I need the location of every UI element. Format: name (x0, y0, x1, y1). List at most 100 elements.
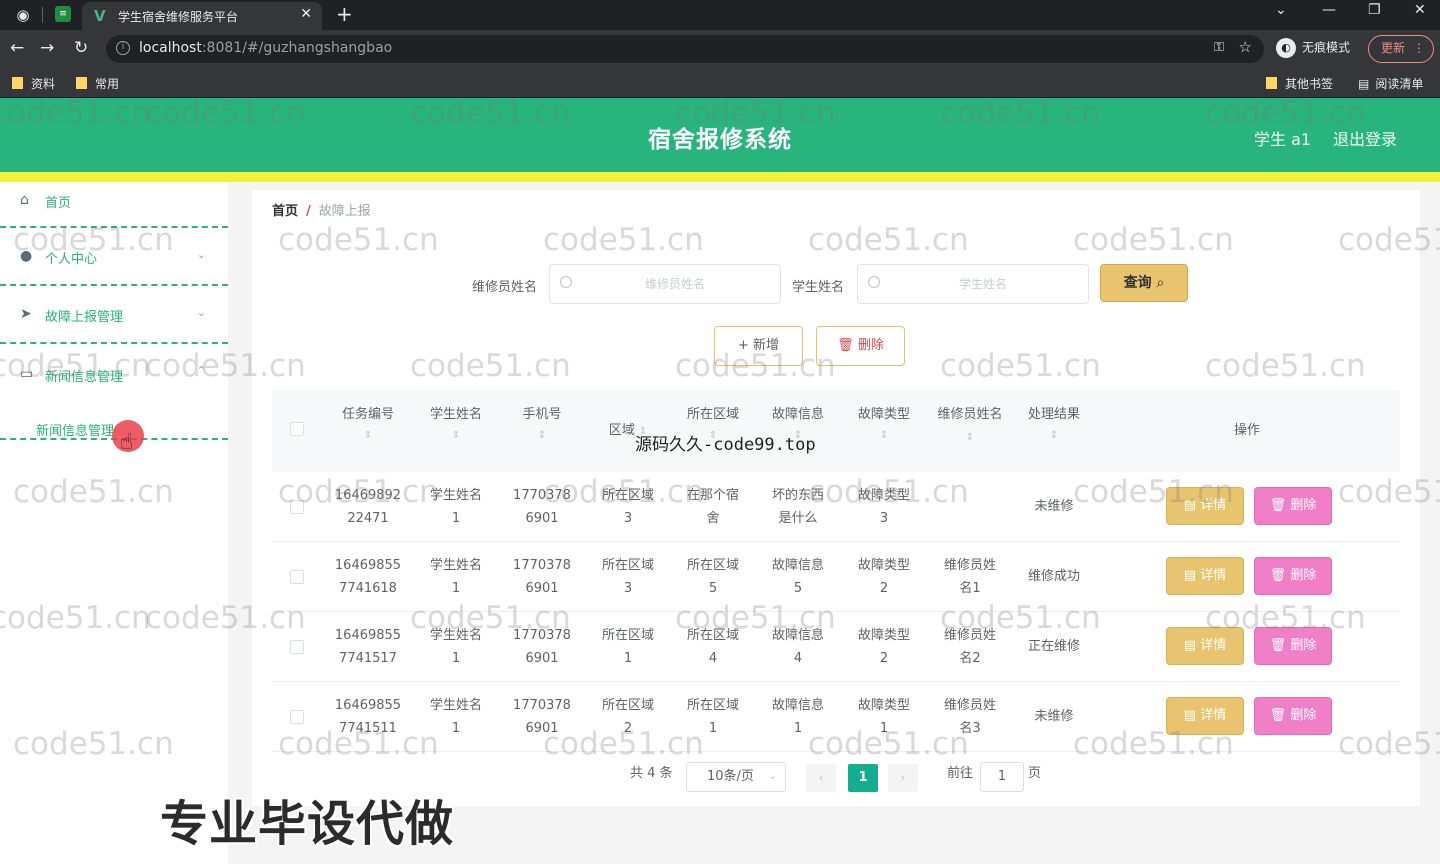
cell-fault-info: 故障信息 4 (771, 628, 824, 666)
row-checkbox[interactable] (290, 570, 304, 584)
tab-search-icon[interactable]: ⌄ (1275, 2, 1287, 18)
repairer-name-input[interactable] (549, 264, 781, 304)
cell-repairer-name: 维修员姓 名3 (943, 698, 996, 736)
site-info-icon[interactable]: i (116, 41, 130, 55)
detail-button[interactable]: ▤ 详情 (1166, 487, 1244, 525)
sort-icon: ⇕ (363, 430, 373, 441)
address-bar: ← → ↻ i localhost:8081/#/guzhangshangbao… (0, 30, 1440, 68)
globe-icon[interactable]: ◉ (14, 6, 32, 24)
cell-repairer-name: 维修员姓 名1 (943, 558, 996, 596)
cell-task-id: 16469892 22471 (334, 488, 402, 526)
query-button[interactable]: 查询 ⌕ (1100, 264, 1188, 302)
row-checkbox[interactable] (290, 640, 304, 654)
document-icon: ▤ (1183, 708, 1197, 723)
tab-title: 学生宿舍维修服务平台 (118, 10, 239, 24)
vue-logo-icon: V (94, 7, 106, 25)
cell-student-name: 学生姓名 1 (429, 558, 482, 596)
th-student-name[interactable]: 学生姓名 ⇕ (416, 390, 496, 472)
select-all-checkbox[interactable] (290, 422, 304, 436)
cell-student-name: 学生姓名 1 (429, 488, 482, 526)
add-button[interactable]: + 新增 (714, 326, 803, 366)
trash-icon: 🗑 (1269, 498, 1287, 513)
update-button[interactable]: 更新 ⋮ (1368, 35, 1434, 63)
incognito-indicator[interactable]: ◐ 无痕模式 (1276, 38, 1350, 58)
promo-overlay: 专业毕设代做 (160, 796, 455, 852)
reload-icon[interactable]: ↻ (74, 38, 88, 58)
cell-area: 所在区域 3 (601, 488, 654, 526)
trash-icon: 🗑 (1269, 708, 1287, 723)
main-content: 首页 / 故障上报 维修员姓名 学生姓名 查询 ⌕ + 新增 🗑 删除 任务编号⇕ … (252, 190, 1420, 806)
send-icon: ➤ (20, 306, 32, 322)
next-page-button[interactable]: › (888, 764, 918, 792)
pinned-tab-icon[interactable]: ≡ (55, 6, 71, 22)
chevron-down-icon: ⌄ (196, 306, 206, 319)
window-close-icon[interactable]: ✕ (1414, 2, 1426, 18)
detail-button[interactable]: ▤ 详情 (1166, 557, 1244, 595)
detail-button[interactable]: ▤ 详情 (1166, 697, 1244, 735)
goto-label: 前往 (947, 766, 974, 781)
cell-location: 所在区域 5 (686, 558, 739, 596)
student-name-field[interactable] (888, 265, 1078, 303)
cell-result: 维修成功 (1027, 569, 1080, 584)
th-fault-type[interactable]: 故障类型 ⇕ (844, 390, 924, 472)
sidebar: ⌂ 首页 ● 个人中心 ⌄ ➤ 故障上报管理 ⌄ ▭ 新闻信息管理 ⌃ 新闻信息… (0, 182, 228, 864)
new-tab-button[interactable]: + (336, 2, 353, 26)
sort-icon: ⇕ (451, 430, 461, 441)
forward-icon[interactable]: → (40, 38, 54, 58)
repairer-name-field[interactable] (580, 265, 770, 303)
th-task-id[interactable]: 任务编号 ⇕ (328, 390, 408, 472)
batch-delete-button[interactable]: 🗑 删除 (816, 326, 905, 366)
minimize-icon[interactable]: — (1322, 2, 1336, 18)
th-phone[interactable]: 手机号 ⇕ (502, 390, 582, 472)
repairer-name-label: 维修员姓名 (472, 280, 538, 295)
row-checkbox[interactable] (290, 500, 304, 514)
tab-separator (42, 7, 43, 23)
breadcrumb-current: 故障上报 (318, 204, 371, 219)
page-size-select[interactable]: 10条/页 ⌄ (686, 762, 786, 792)
detail-button[interactable]: ▤ 详情 (1166, 627, 1244, 665)
table-row: 16469892 22471 学生姓名 1 1770378 6901 所在区域 3 在那个宿舍坏… (272, 472, 1400, 542)
table-header: 任务编号 ⇕ 学生姓名 ⇕ 手机号 ⇕ 区域 ⇕ 所在区域 ⇕ 故障信息 ⇕ 故障类型 ⇕ … (272, 390, 1400, 472)
tab-close-icon[interactable]: ✕ (300, 6, 312, 22)
bookmark-star-icon[interactable]: ☆ (1239, 38, 1252, 56)
breadcrumb-separator: / (306, 204, 311, 219)
logout-link[interactable]: 退出登录 (1333, 126, 1397, 150)
th-repairer-name[interactable]: 维修员姓名 ⇕ (936, 390, 1004, 472)
browser-tab-active[interactable]: V 学生宿舍维修服务平台 ✕ (82, 2, 322, 30)
search-icon (560, 276, 572, 288)
prev-page-button[interactable]: ‹ (806, 764, 836, 792)
password-key-icon[interactable]: ⚿ (1214, 40, 1224, 55)
bookmarks-bar: 资料 常用 其他书签 ▤ 阅读清单 (0, 68, 1440, 98)
restore-icon[interactable]: ❐ (1368, 2, 1381, 18)
th-result[interactable]: 处理结果 ⇕ (1014, 390, 1094, 472)
breadcrumb-home[interactable]: 首页 (272, 204, 298, 219)
goto-page-input[interactable]: 1 (980, 762, 1024, 792)
cell-student-name: 学生姓名 1 (429, 628, 482, 666)
trash-icon: 🗑 (1269, 568, 1287, 583)
row-delete-button[interactable]: 🗑 删除 (1254, 697, 1332, 735)
folder-icon (76, 77, 87, 89)
site-caption-overlay: 源码久久-code99.top (635, 435, 816, 455)
url-field[interactable]: i localhost:8081/#/guzhangshangbao ⚿ ☆ (106, 35, 1264, 63)
student-name-input[interactable] (857, 264, 1089, 304)
bookmark-folder-ziliao[interactable]: 资料 (12, 75, 55, 92)
home-icon: ⌂ (20, 192, 29, 208)
bookmark-folder-changyong[interactable]: 常用 (76, 75, 119, 92)
table-row: 16469855 7741517 学生姓名 1 1770378 6901 所在区域 1 所在区域… (272, 612, 1400, 682)
row-checkbox[interactable] (290, 710, 304, 724)
row-delete-button[interactable]: 🗑 删除 (1254, 627, 1332, 665)
cell-phone: 1770378 6901 (513, 628, 571, 666)
page-number-active[interactable]: 1 (848, 764, 878, 792)
back-icon[interactable]: ← (10, 38, 24, 58)
reading-list[interactable]: ▤ 阅读清单 (1358, 75, 1423, 92)
current-user: 学生 a1 (1254, 130, 1312, 149)
page-unit-label: 页 (1028, 766, 1042, 781)
row-delete-button[interactable]: 🗑 删除 (1254, 557, 1332, 595)
row-delete-button[interactable]: 🗑 删除 (1254, 487, 1332, 525)
sidebar-item-home[interactable]: ⌂ 首页 (0, 182, 228, 228)
cell-location: 所在区域 1 (686, 698, 739, 736)
sidebar-item-fault-report[interactable]: ➤ 故障上报管理 ⌄ (0, 286, 228, 344)
cell-task-id: 16469855 7741517 (334, 628, 402, 666)
bookmark-folder-other[interactable]: 其他书签 (1266, 75, 1333, 92)
sidebar-item-personal[interactable]: ● 个人中心 ⌄ (0, 228, 228, 286)
